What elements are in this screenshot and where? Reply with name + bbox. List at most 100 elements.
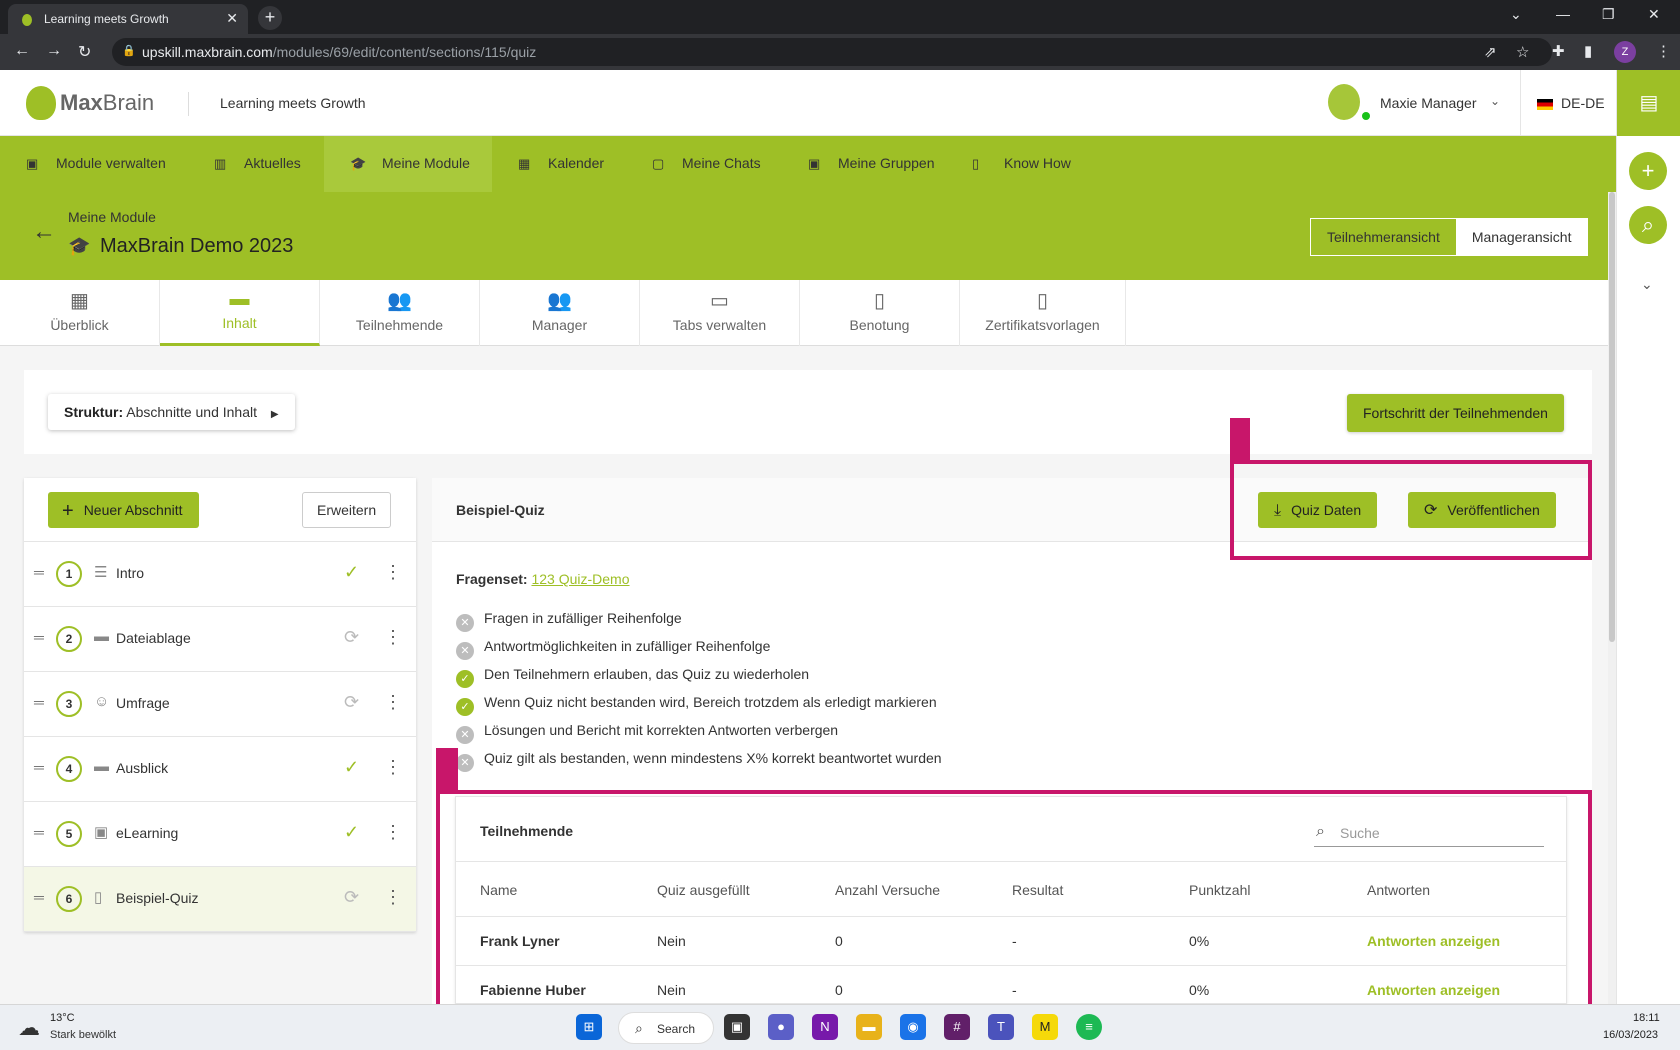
user-name[interactable]: Maxie Manager — [1380, 95, 1477, 111]
section-row[interactable]: ═ 3 ☺ Umfrage ⟳ ⋮ — [24, 672, 416, 737]
browser-tab-title: Learning meets Growth — [44, 12, 169, 26]
miro-icon[interactable]: M — [1032, 1014, 1058, 1040]
teams-icon[interactable]: T — [988, 1014, 1014, 1040]
clock-time[interactable]: 18:11 — [1633, 1012, 1660, 1024]
windows-start-icon[interactable]: ⊞ — [576, 1014, 602, 1040]
chevron-down-icon[interactable]: ⌄ — [1641, 276, 1653, 293]
participant-view-button[interactable]: Teilnehmeransicht — [1311, 219, 1456, 255]
language-selector[interactable]: DE-DE — [1561, 95, 1605, 111]
nav-item-meine-gruppen[interactable]: ▣ Meine Gruppen — [786, 136, 958, 192]
reload-icon[interactable]: ↻ — [78, 42, 91, 62]
section-row[interactable]: ═ 1 ☰ Intro ✓ ⋮ — [24, 542, 416, 607]
x-circle-icon: ✕ — [456, 642, 474, 660]
bookmark-star-icon[interactable]: ☆ — [1516, 43, 1529, 61]
tab-ueberblick[interactable]: ▦ Überblick — [0, 280, 160, 346]
header-divider — [188, 92, 189, 116]
profile-avatar[interactable]: Z — [1614, 41, 1636, 63]
quiz-option: ✕ Quiz gilt als bestanden, wenn mindesten… — [456, 750, 942, 772]
drag-handle-icon[interactable]: ═ — [34, 564, 44, 580]
scrollbar-thumb[interactable] — [1609, 192, 1615, 642]
onenote-icon[interactable]: N — [812, 1014, 838, 1040]
kebab-menu-icon[interactable]: ⋮ — [384, 757, 402, 778]
new-tab-button[interactable]: + — [258, 6, 282, 30]
kebab-menu-icon[interactable]: ⋮ — [384, 692, 402, 713]
address-bar[interactable]: 🔒 upskill.maxbrain.com/modules/69/edit/c… — [112, 38, 1552, 66]
nav-item-meine-module[interactable]: 🎓 Meine Module — [324, 136, 492, 192]
chat-icon[interactable]: ▤ — [1617, 70, 1680, 136]
user-avatar[interactable] — [1328, 84, 1360, 120]
structure-dropdown[interactable]: Struktur: Abschnitte und Inhalt ▶ — [48, 394, 295, 430]
section-row[interactable]: ═ 2 ▬ Dateiablage ⟳ ⋮ — [24, 607, 416, 672]
manager-view-button[interactable]: Manageransicht — [1455, 219, 1588, 255]
maxbrain-logo-icon[interactable] — [26, 86, 56, 120]
sidepanel-icon[interactable]: ▮ — [1584, 42, 1592, 60]
tab-inhalt[interactable]: ▬ Inhalt — [160, 280, 320, 346]
browser-menu-icon[interactable]: ⋮ — [1656, 42, 1671, 60]
share-icon[interactable]: ⇗ — [1484, 43, 1497, 61]
drag-handle-icon[interactable]: ═ — [34, 889, 44, 905]
temperature[interactable]: 13°C — [50, 1012, 75, 1024]
tab-benotung[interactable]: ▯ Benotung — [800, 280, 960, 346]
drag-handle-icon[interactable]: ═ — [34, 824, 44, 840]
new-section-button[interactable]: + Neuer Abschnitt — [48, 492, 199, 528]
german-flag-icon[interactable] — [1537, 99, 1553, 110]
check-circle-icon: ✓ — [456, 670, 474, 688]
back-arrow-icon[interactable]: ← — [32, 218, 56, 246]
nav-item-kalender[interactable]: ▦ Kalender — [492, 136, 626, 192]
nav-item-meine-chats[interactable]: ▢ Meine Chats — [626, 136, 786, 192]
teams-chat-icon[interactable]: ● — [768, 1014, 794, 1040]
taskbar-search[interactable]: ⌕ Search — [618, 1012, 714, 1044]
tab-tabs-verwalten[interactable]: ▭ Tabs verwalten — [640, 280, 800, 346]
participant-progress-button[interactable]: Fortschritt der Teilnehmenden — [1347, 394, 1564, 432]
spotify-icon[interactable]: ≡ — [1076, 1014, 1102, 1040]
slack-icon[interactable]: # — [944, 1014, 970, 1040]
logo-text[interactable]: MaxBrain — [60, 90, 154, 116]
extensions-icon[interactable]: ✚ — [1552, 42, 1565, 60]
file-explorer-icon[interactable]: ▬ — [856, 1014, 882, 1040]
nav-item-know-how[interactable]: ▯ Know How — [958, 136, 1088, 192]
section-row[interactable]: ═ 6 ▯ Beispiel-Quiz ⟳ ⋮ — [24, 867, 416, 932]
weather-description[interactable]: Stark bewölkt — [50, 1029, 116, 1041]
check-circle-icon: ✓ — [344, 757, 360, 777]
minimize-icon[interactable]: — — [1556, 6, 1570, 22]
page-title: MaxBrain Demo 2023 — [100, 235, 294, 257]
add-button[interactable]: + — [1629, 152, 1667, 190]
question-set-link[interactable]: 123 Quiz-Demo — [531, 571, 629, 587]
graduation-cap-icon: 🎓 — [350, 156, 367, 171]
right-rail: ▤ + ⌕ ⌄ — [1616, 70, 1680, 1004]
back-icon[interactable]: ← — [14, 42, 30, 60]
close-window-icon[interactable]: ✕ — [1648, 6, 1660, 23]
section-row[interactable]: ═ 4 ▬ Ausblick ✓ ⋮ — [24, 737, 416, 802]
task-view-icon[interactable]: ▣ — [724, 1014, 750, 1040]
expand-button[interactable]: Erweitern — [302, 492, 392, 528]
breadcrumb[interactable]: Meine Module — [68, 209, 156, 225]
tab-zertifikatsvorlagen[interactable]: ▯ Zertifikatsvorlagen — [960, 280, 1126, 346]
page-scrollbar[interactable] — [1608, 192, 1616, 1004]
clock-date[interactable]: 16/03/2023 — [1603, 1029, 1658, 1041]
close-tab-icon[interactable]: ✕ — [226, 10, 238, 27]
people-icon: 👥 — [387, 290, 412, 312]
section-row[interactable]: ═ 5 ▣ eLearning ✓ ⋮ — [24, 802, 416, 867]
drag-handle-icon[interactable]: ═ — [34, 629, 44, 645]
quiz-option: ✓ Den Teilnehmern erlauben, das Quiz zu w… — [456, 666, 809, 688]
tab-manager[interactable]: 👥 Manager — [480, 280, 640, 346]
kebab-menu-icon[interactable]: ⋮ — [384, 627, 402, 648]
tab-search-icon[interactable]: ⌄ — [1510, 6, 1522, 23]
browser-tab[interactable]: Learning meets Growth ✕ — [8, 4, 248, 34]
drag-handle-icon[interactable]: ═ — [34, 759, 44, 775]
chevron-down-icon[interactable]: ⌄ — [1490, 94, 1500, 108]
kebab-menu-icon[interactable]: ⋮ — [384, 822, 402, 843]
weather-cloud-icon[interactable]: ☁ — [18, 1015, 40, 1041]
tab-teilnehmende[interactable]: 👥 Teilnehmende — [320, 280, 480, 346]
forward-icon[interactable]: → — [46, 42, 62, 60]
kebab-menu-icon[interactable]: ⋮ — [384, 562, 402, 583]
kebab-menu-icon[interactable]: ⋮ — [384, 887, 402, 908]
quiz-option: ✕ Fragen in zufälliger Reihenfolge — [456, 610, 682, 632]
nav-item-aktuelles[interactable]: ▥ Aktuelles — [188, 136, 324, 192]
restore-icon[interactable]: ❐ — [1602, 6, 1615, 23]
drag-handle-icon[interactable]: ═ — [34, 694, 44, 710]
search-button[interactable]: ⌕ — [1629, 206, 1667, 244]
text-lines-icon: ☰ — [94, 564, 108, 581]
nav-item-module-verwalten[interactable]: ▣ Module verwalten — [0, 136, 188, 192]
chrome-icon[interactable]: ◉ — [900, 1014, 926, 1040]
